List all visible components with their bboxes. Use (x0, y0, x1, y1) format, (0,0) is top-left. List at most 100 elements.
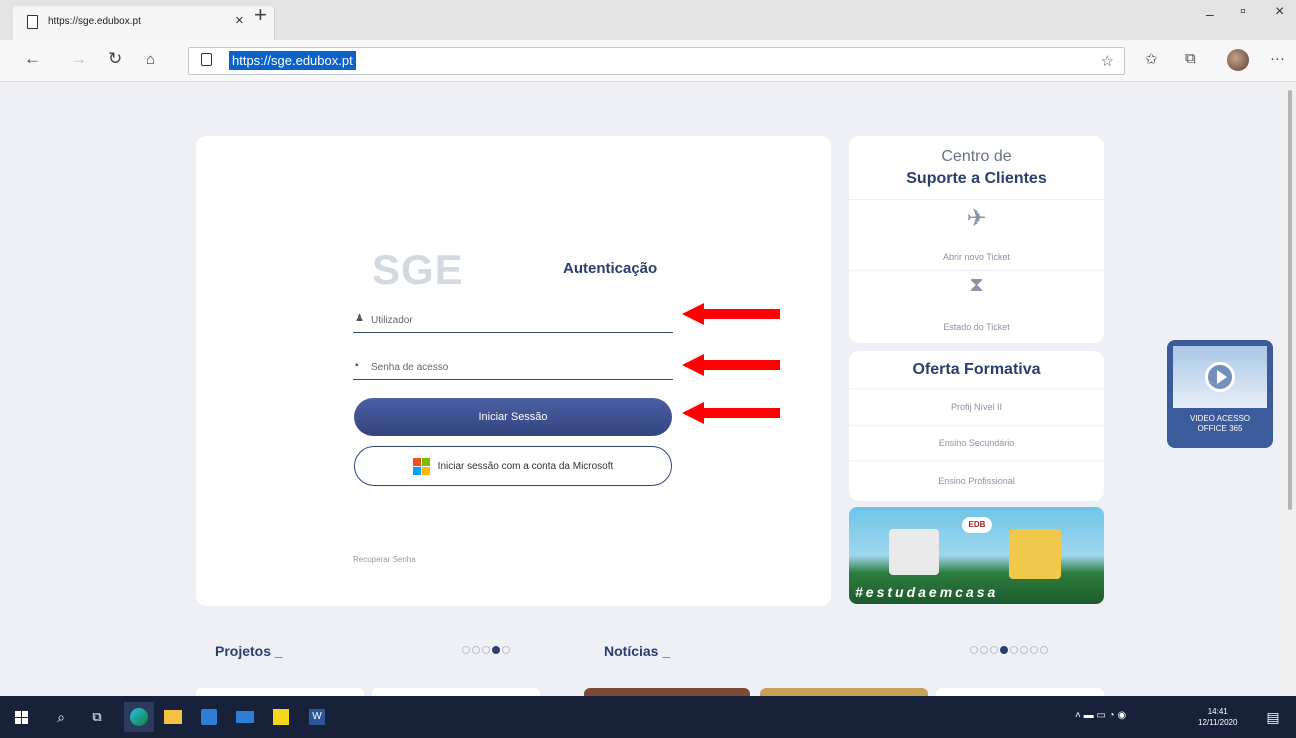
maximize-button[interactable]: ▫ (1240, 3, 1246, 21)
mail-taskbar-icon[interactable] (234, 706, 256, 728)
scrollbar[interactable] (1284, 82, 1296, 696)
tab-close-icon[interactable]: × (235, 12, 244, 29)
favorites-icon[interactable]: ✩ (1145, 50, 1158, 68)
sge-logo: SGE (372, 246, 464, 293)
carousel-dot[interactable] (1000, 646, 1008, 654)
send-ticket-icon[interactable]: ✈ (849, 204, 1104, 233)
edge-taskbar-icon[interactable] (124, 702, 154, 732)
projetos-heading: Projetos _ (215, 643, 283, 659)
video-office365-card[interactable]: VIDEO ACESSO OFFICE 365 (1167, 340, 1273, 448)
taskbar-clock[interactable]: 14:41 12/11/2020 (1198, 706, 1237, 728)
red-arrow-username (682, 303, 780, 325)
new-tab-button[interactable]: + (254, 2, 267, 28)
task-view-icon[interactable]: ⧉ (86, 706, 108, 728)
more-menu-icon[interactable]: ··· (1270, 50, 1285, 67)
carousel-dot[interactable] (462, 646, 470, 654)
carousel-dot[interactable] (492, 646, 500, 654)
favorite-star-icon[interactable]: ☆ (1101, 52, 1114, 70)
forward-arrow-icon[interactable]: → (70, 49, 87, 69)
collections-icon[interactable]: ⧉ (1185, 50, 1196, 67)
browser-titlebar: https://sge.edubox.pt × + – ▫ × (0, 0, 1296, 40)
projetos-carousel-dots[interactable] (462, 646, 510, 654)
browser-toolbar: ← → ↻ ⌂ https://sge.edubox.pt ☆ ✩ ⧉ ··· (0, 40, 1296, 82)
home-icon[interactable]: ⌂ (146, 51, 155, 68)
divider (849, 425, 1104, 426)
oferta-item-profissional[interactable]: Ensino Profissional (849, 476, 1104, 486)
microsoft-logo-icon (412, 457, 430, 475)
project-card[interactable] (196, 688, 364, 696)
address-bar[interactable]: https://sge.edubox.pt ☆ (188, 47, 1125, 75)
cloud-logo: EDB (962, 517, 992, 533)
new-ticket-link[interactable]: Abrir novo Ticket (849, 252, 1104, 262)
scrollbar-thumb[interactable] (1288, 90, 1292, 510)
tab-title: https://sge.edubox.pt (48, 16, 141, 27)
explorer-taskbar-icon[interactable] (162, 706, 184, 728)
play-icon[interactable] (1205, 362, 1235, 392)
word-taskbar-icon[interactable]: W (306, 706, 328, 728)
auth-title: Autenticação (563, 260, 658, 277)
password-input[interactable] (371, 357, 661, 377)
oferta-title: Oferta Formativa (912, 361, 1041, 378)
support-title-line2: Suporte a Clientes (906, 170, 1047, 187)
minimize-button[interactable]: – (1206, 6, 1214, 22)
carousel-dot[interactable] (990, 646, 998, 654)
url-text[interactable]: https://sge.edubox.pt (229, 51, 356, 70)
noticias-heading: Notícias _ (604, 643, 671, 659)
news-card[interactable] (760, 688, 928, 696)
microsoft-login-label: Iniciar sessão com a conta da Microsoft (437, 460, 614, 472)
recover-password-link[interactable]: Recuperar Senha (353, 555, 416, 564)
system-tray-icons[interactable]: ˄ ▬ ▭ ◔ ◉ (1075, 710, 1126, 721)
clock-time: 14:41 (1207, 707, 1228, 716)
video-label: VIDEO ACESSO OFFICE 365 (1167, 414, 1273, 434)
divider (849, 388, 1104, 389)
login-button[interactable]: Iniciar Sessão (354, 398, 672, 436)
windows-taskbar: ⌕ ⧉ W ˄ ▬ ▭ ◔ ◉ 14:41 12/11/2020 ▤ (0, 696, 1296, 738)
banner-hashtag: #estudaemcasa (855, 584, 999, 600)
sticky-notes-taskbar-icon[interactable] (270, 706, 292, 728)
search-icon[interactable]: ⌕ (50, 706, 72, 728)
store-taskbar-icon[interactable] (198, 706, 220, 728)
carousel-dot[interactable] (980, 646, 988, 654)
carousel-dot[interactable] (482, 646, 490, 654)
noticias-carousel-dots[interactable] (970, 646, 1048, 654)
windows-start-icon[interactable] (10, 706, 32, 728)
red-arrow-password (682, 354, 780, 376)
microsoft-login-button[interactable]: Iniciar sessão com a conta da Microsoft (354, 446, 672, 486)
notifications-icon[interactable]: ▤ (1262, 706, 1284, 728)
support-card (849, 136, 1104, 343)
username-input[interactable] (371, 310, 661, 330)
support-title-line1: Centro de (941, 148, 1012, 165)
estudaemcasa-banner[interactable]: EDB #estudaemcasa (849, 507, 1104, 604)
divider (849, 460, 1104, 461)
carousel-dot[interactable] (472, 646, 480, 654)
oferta-item-secundario[interactable]: Ensino Secundário (849, 438, 1104, 448)
back-arrow-icon[interactable]: ← (24, 49, 41, 69)
refresh-icon[interactable]: ↻ (108, 49, 122, 69)
ticket-status-link[interactable]: Estado do Ticket (849, 322, 1104, 332)
news-card[interactable] (584, 688, 750, 696)
user-icon: ♟ (355, 313, 364, 324)
password-field[interactable]: ▪ (353, 354, 673, 380)
lock-icon (201, 53, 212, 66)
house-illustration (889, 529, 939, 575)
username-field[interactable]: ♟ (353, 307, 673, 333)
carousel-dot[interactable] (1040, 646, 1048, 654)
profile-avatar[interactable] (1227, 49, 1249, 71)
hourglass-icon[interactable]: ⧗ (849, 274, 1104, 297)
carousel-dot[interactable] (502, 646, 510, 654)
clock-date: 12/11/2020 (1198, 718, 1238, 727)
close-window-button[interactable]: × (1275, 3, 1284, 21)
video-label-line2: OFFICE 365 (1197, 424, 1243, 433)
video-label-line1: VIDEO ACESSO (1189, 414, 1251, 423)
news-card[interactable] (936, 688, 1104, 696)
carousel-dot[interactable] (1010, 646, 1018, 654)
browser-tab[interactable]: https://sge.edubox.pt × (13, 6, 275, 40)
red-arrow-login (682, 402, 780, 424)
house-illustration (1009, 529, 1061, 579)
oferta-item-profij[interactable]: Profij Nível II (849, 402, 1104, 412)
carousel-dot[interactable] (970, 646, 978, 654)
carousel-dot[interactable] (1020, 646, 1028, 654)
carousel-dot[interactable] (1030, 646, 1038, 654)
project-card[interactable] (372, 688, 540, 696)
page-icon (27, 15, 38, 29)
